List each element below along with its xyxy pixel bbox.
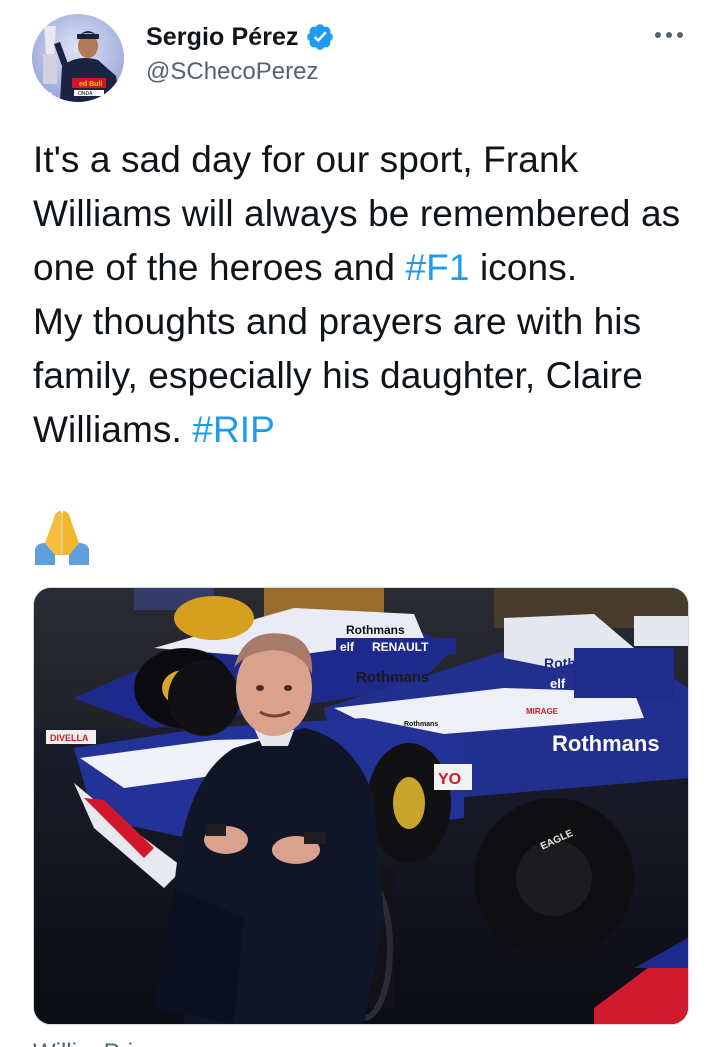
author-name-row: Sergio Pérez <box>146 20 335 54</box>
footer-partial-text: Willi... Prior... <box>33 1039 173 1047</box>
svg-text:elf: elf <box>340 640 355 654</box>
driver-with-trophy-avatar-icon: ed Bull ONDA oja <box>32 14 124 102</box>
tweet-text-segment: icons. <box>469 247 578 288</box>
svg-text:Rothmans: Rothmans <box>346 623 405 637</box>
svg-text:Rothmans: Rothmans <box>544 655 613 671</box>
author-avatar[interactable]: ed Bull ONDA oja <box>32 14 124 102</box>
footer-partial-row: Willi... Prior... <box>33 1033 433 1047</box>
hashtag-f1-link[interactable]: #F1 <box>406 247 470 288</box>
tweet-text-segment: It's a sad day for our sport, Frank Will… <box>33 139 681 288</box>
svg-text:oja: oja <box>33 95 42 102</box>
more-options-icon <box>655 32 683 38</box>
verified-badge-icon <box>305 22 335 52</box>
svg-text:DIVELLA: DIVELLA <box>50 733 89 743</box>
svg-text:Rothmans: Rothmans <box>552 731 660 756</box>
photo-frank-williams-with-williams-f1-cars-icon: Rothmans elf RENAULT Rothmans Rothmans e… <box>34 588 688 1024</box>
svg-text:Rothmans: Rothmans <box>404 721 438 728</box>
svg-text:elf: elf <box>550 676 566 691</box>
svg-text:RENAULT: RENAULT <box>372 640 429 654</box>
author-handle[interactable]: @SChecoPerez <box>146 58 318 86</box>
svg-text:MIRAGE: MIRAGE <box>526 707 559 716</box>
tweet-photo[interactable]: Rothmans elf RENAULT Rothmans Rothmans e… <box>33 587 689 1025</box>
author-display-name[interactable]: Sergio Pérez <box>146 23 299 52</box>
tweet-text-segment: My thoughts and prayers are with his fam… <box>33 301 643 450</box>
tweet-header: ed Bull ONDA oja Sergio Pérez @SChecoPer… <box>0 0 720 110</box>
more-options-button[interactable] <box>652 20 686 50</box>
svg-text:YO: YO <box>438 771 461 788</box>
svg-text:Rothmans: Rothmans <box>356 669 429 686</box>
svg-text:ed Bull: ed Bull <box>79 81 102 88</box>
tweet-body-text: It's a sad day for our sport, Frank Will… <box>33 133 703 457</box>
hashtag-rip-link[interactable]: #RIP <box>192 409 275 450</box>
folded-hands-emoji-icon <box>33 509 91 565</box>
svg-text:ONDA: ONDA <box>78 91 93 97</box>
